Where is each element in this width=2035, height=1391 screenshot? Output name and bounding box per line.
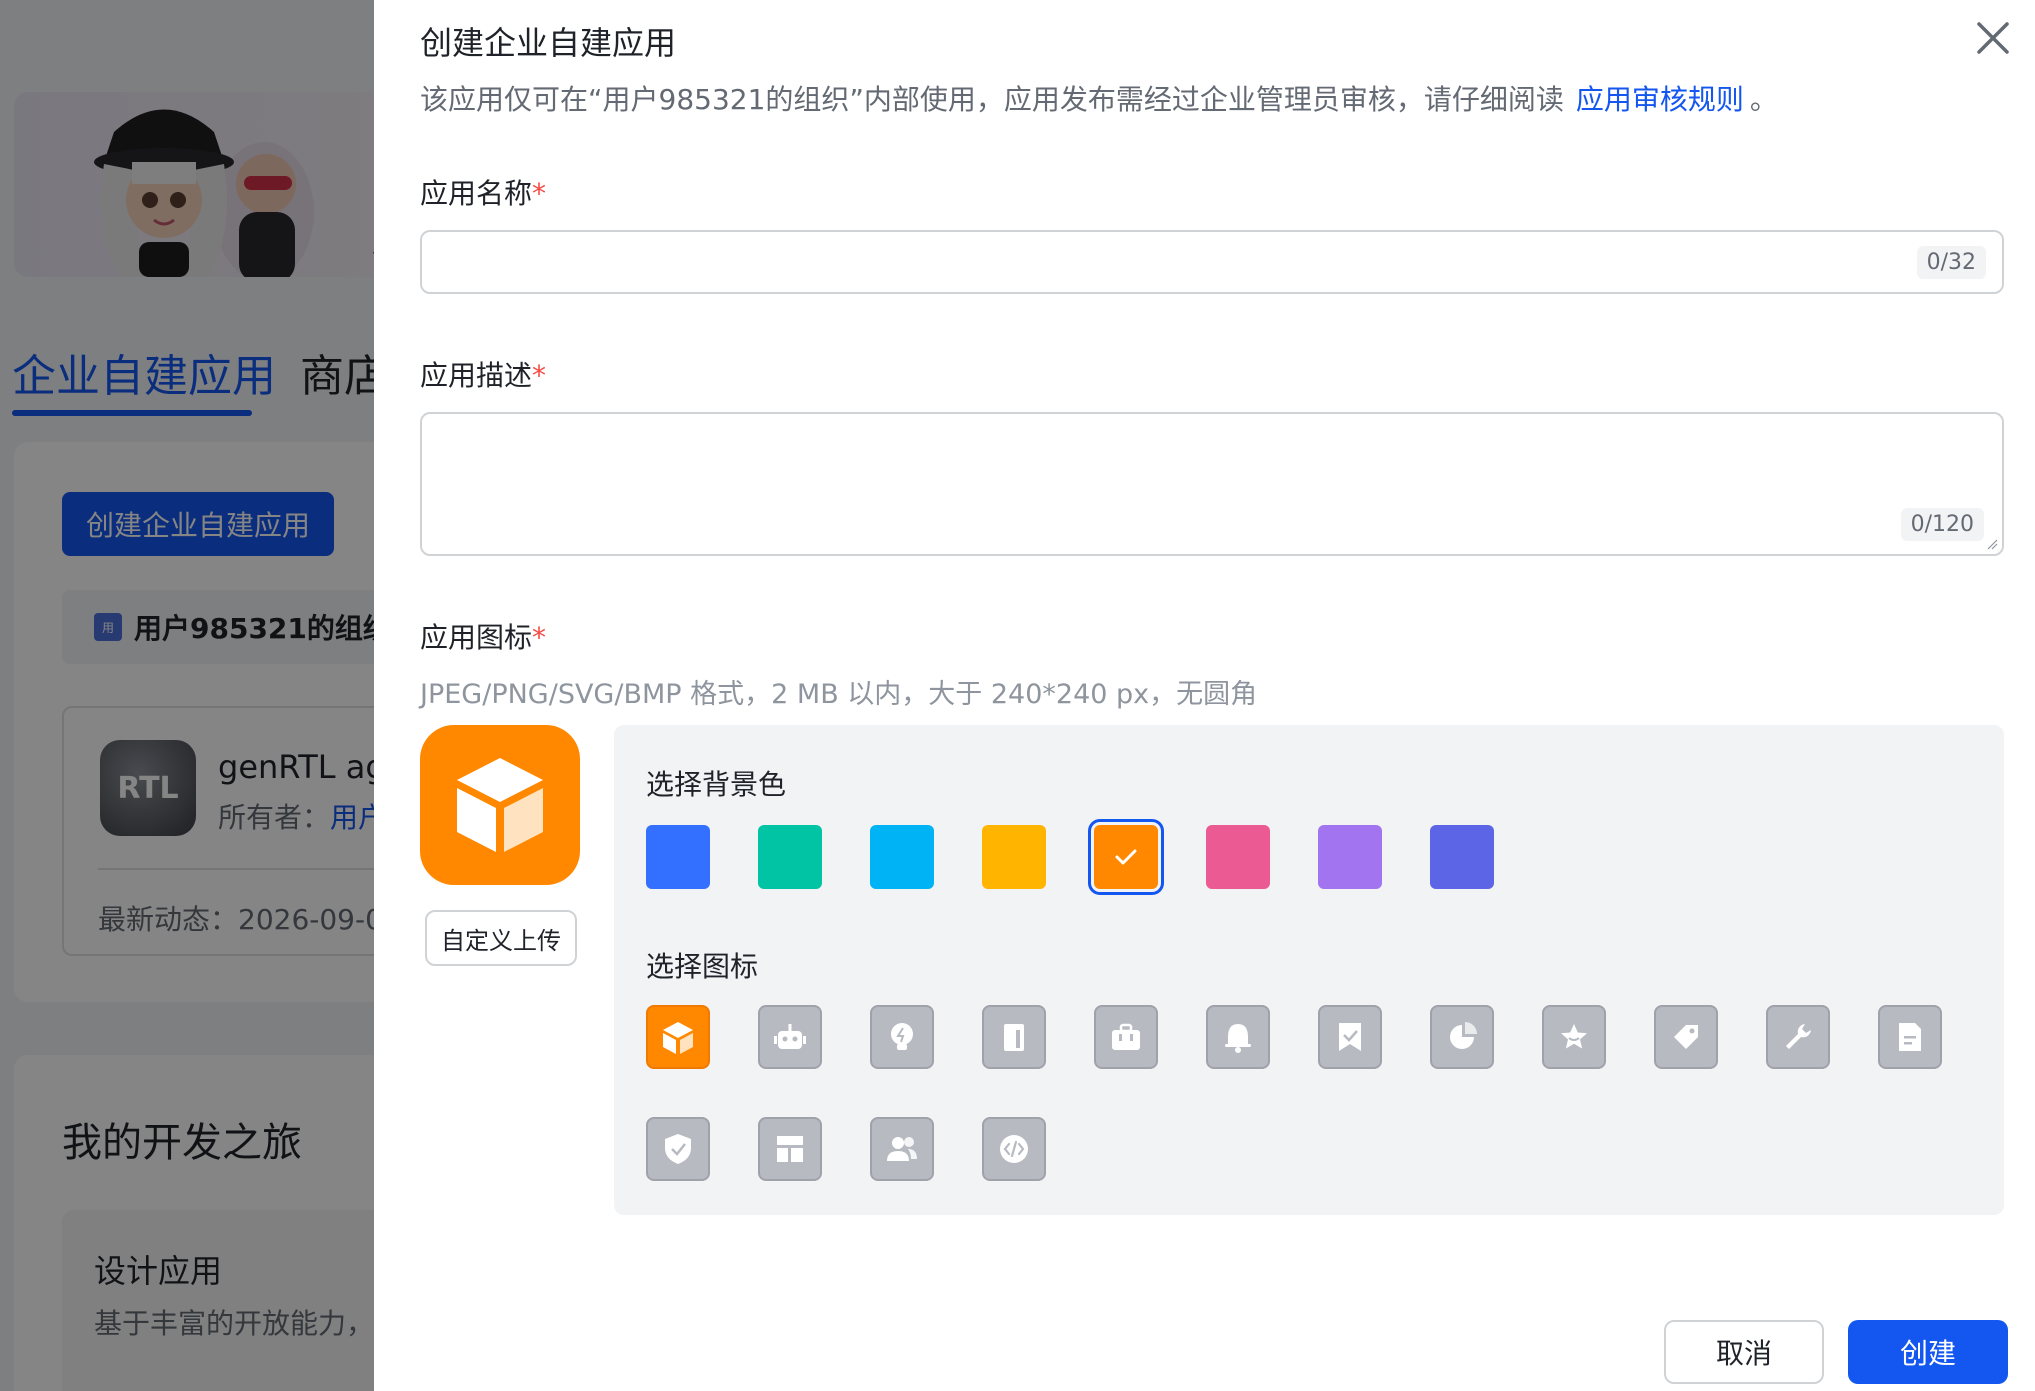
modal-overlay[interactable] bbox=[0, 0, 374, 1391]
icon-option-code[interactable] bbox=[982, 1117, 1046, 1181]
icon-format-hint: JPEG/PNG/SVG/BMP 格式，2 MB 以内，大于 240*240 p… bbox=[420, 679, 1258, 710]
color-swatch-orange[interactable] bbox=[1088, 819, 1164, 895]
app-desc-counter: 0/120 bbox=[1900, 508, 1984, 541]
icon-select-label: 选择图标 bbox=[646, 950, 759, 983]
tag-icon bbox=[1674, 1025, 1698, 1049]
bookmark-check-icon bbox=[1339, 1023, 1361, 1051]
lightbulb-icon bbox=[891, 1023, 913, 1050]
required-mark: * bbox=[532, 621, 547, 654]
robot-icon bbox=[774, 1024, 806, 1049]
pie-chart-icon bbox=[1450, 1022, 1477, 1049]
star-icon bbox=[1561, 1024, 1587, 1049]
cube-icon bbox=[457, 758, 543, 852]
custom-upload-button[interactable]: 自定义上传 bbox=[425, 910, 577, 966]
icon-option-pie-chart[interactable] bbox=[1430, 1005, 1494, 1069]
shield-check-icon bbox=[665, 1134, 691, 1164]
drawer-title: 创建企业自建应用 bbox=[420, 24, 677, 62]
app-desc-textarea[interactable]: 0/120 bbox=[420, 412, 2004, 556]
cube-icon bbox=[663, 1022, 693, 1054]
layout-icon bbox=[777, 1136, 803, 1162]
icon-option-door[interactable] bbox=[982, 1005, 1046, 1069]
app-desc-label-text: 应用描述 bbox=[420, 359, 533, 392]
color-swatch-pink[interactable] bbox=[1206, 825, 1270, 889]
app-icon-preview bbox=[420, 725, 580, 885]
icon-option-briefcase[interactable] bbox=[1094, 1005, 1158, 1069]
door-icon bbox=[1004, 1024, 1024, 1051]
icon-option-star[interactable] bbox=[1542, 1005, 1606, 1069]
app-desc-label: 应用描述* bbox=[420, 354, 546, 394]
close-icon[interactable] bbox=[1971, 16, 2015, 60]
check-icon bbox=[1115, 849, 1137, 865]
icon-option-cube[interactable] bbox=[646, 1005, 710, 1069]
create-app-drawer: 创建企业自建应用 该应用仅可在“用户985321的组织”内部使用，应用发布需经过… bbox=[374, 0, 2035, 1391]
drawer-description: 该应用仅可在“用户985321的组织”内部使用，应用发布需经过企业管理员审核，请… bbox=[420, 78, 1778, 118]
app-name-input[interactable]: 0/32 bbox=[420, 230, 2004, 294]
description-text: 该应用仅可在“用户985321的组织”内部使用，应用发布需经过企业管理员审核，请… bbox=[420, 83, 1564, 116]
wrench-icon bbox=[1786, 1024, 1811, 1049]
resize-grip-icon[interactable] bbox=[1986, 538, 1998, 550]
create-button[interactable]: 创建 bbox=[1848, 1320, 2008, 1384]
required-mark: * bbox=[532, 359, 547, 392]
review-rules-link[interactable]: 应用审核规则 bbox=[1576, 83, 1744, 116]
icon-option-robot[interactable] bbox=[758, 1005, 822, 1069]
app-icon-label: 应用图标* bbox=[420, 616, 546, 656]
icon-option-tag[interactable] bbox=[1654, 1005, 1718, 1069]
icon-option-layout[interactable] bbox=[758, 1117, 822, 1181]
bg-color-label: 选择背景色 bbox=[646, 768, 787, 801]
icon-option-document[interactable] bbox=[1878, 1005, 1942, 1069]
icon-option-users[interactable] bbox=[870, 1117, 934, 1181]
color-swatch-indigo[interactable] bbox=[1430, 825, 1494, 889]
icon-option-bookmark-check[interactable] bbox=[1318, 1005, 1382, 1069]
cancel-button[interactable]: 取消 bbox=[1664, 1320, 1824, 1384]
app-name-label-text: 应用名称 bbox=[420, 177, 533, 210]
color-swatch-yellow[interactable] bbox=[982, 825, 1046, 889]
color-swatch-teal[interactable] bbox=[758, 825, 822, 889]
icon-picker-panel: 选择背景色 选择图标 bbox=[614, 725, 2004, 1215]
users-icon bbox=[887, 1137, 917, 1161]
app-name-label: 应用名称* bbox=[420, 172, 546, 212]
color-swatch-purple[interactable] bbox=[1318, 825, 1382, 889]
code-icon bbox=[1000, 1135, 1028, 1163]
briefcase-icon bbox=[1112, 1023, 1140, 1050]
app-name-counter: 0/32 bbox=[1916, 246, 1986, 279]
document-icon bbox=[1899, 1023, 1921, 1051]
color-swatch-blue[interactable] bbox=[646, 825, 710, 889]
icon-option-shield-check[interactable] bbox=[646, 1117, 710, 1181]
app-icon-label-text: 应用图标 bbox=[420, 621, 533, 654]
icon-option-lightbulb[interactable] bbox=[870, 1005, 934, 1069]
color-swatch-cyan[interactable] bbox=[870, 825, 934, 889]
icon-option-wrench[interactable] bbox=[1766, 1005, 1830, 1069]
required-mark: * bbox=[532, 177, 547, 210]
icon-option-bell[interactable] bbox=[1206, 1005, 1270, 1069]
description-end: 。 bbox=[1749, 83, 1778, 116]
bell-icon bbox=[1225, 1024, 1251, 1053]
